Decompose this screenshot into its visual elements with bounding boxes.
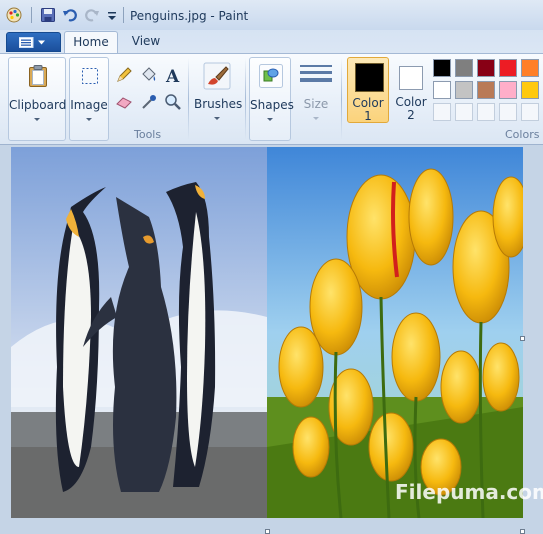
resize-handle-bottom[interactable] xyxy=(265,529,270,534)
paint-menu-button[interactable] xyxy=(6,32,61,52)
customize-quick-access-icon[interactable] xyxy=(104,7,120,23)
ribbon: Clipboard Image A Tools Brushes Shapes S… xyxy=(0,53,543,145)
palette-swatch[interactable] xyxy=(433,81,451,99)
shapes-button[interactable]: Shapes xyxy=(249,57,294,141)
size-label: Size xyxy=(303,97,329,111)
color1-number: 1 xyxy=(364,109,372,123)
separator xyxy=(123,7,124,23)
palette-swatch[interactable] xyxy=(433,103,451,121)
image-button[interactable]: Image xyxy=(69,57,109,141)
window-title: Penguins.jpg - Paint xyxy=(130,9,249,23)
palette-swatch[interactable] xyxy=(433,59,451,77)
ribbon-tabs: Home View xyxy=(0,30,543,53)
clipboard-icon xyxy=(29,65,47,87)
fill-bucket-icon[interactable] xyxy=(139,65,159,85)
tab-home[interactable]: Home xyxy=(64,31,118,53)
redo-icon[interactable] xyxy=(84,7,100,23)
watermark: Filepuma.com xyxy=(395,480,543,504)
tab-view[interactable]: View xyxy=(124,31,168,53)
palette-swatch[interactable] xyxy=(455,81,473,99)
palette-swatch[interactable] xyxy=(499,103,517,121)
group-separator xyxy=(245,58,246,140)
magnifier-icon[interactable] xyxy=(163,92,183,112)
line-size-icon xyxy=(300,65,332,82)
palette-swatch[interactable] xyxy=(455,103,473,121)
save-icon[interactable] xyxy=(40,7,56,23)
image-canvas[interactable] xyxy=(11,147,523,518)
colors-group-label: Colors xyxy=(505,128,540,141)
eraser-icon[interactable] xyxy=(114,92,134,112)
palette-swatch[interactable] xyxy=(455,59,473,77)
color1-swatch xyxy=(355,63,384,92)
clipboard-button[interactable]: Clipboard xyxy=(8,57,66,141)
shapes-icon xyxy=(259,64,283,88)
tulips-photo xyxy=(267,147,523,518)
image-dropdown-arrow xyxy=(86,118,92,121)
undo-icon[interactable] xyxy=(62,7,78,23)
group-separator xyxy=(188,58,189,140)
clipboard-label: Clipboard xyxy=(9,98,67,112)
penguins-photo xyxy=(11,147,267,518)
tools-group-label: Tools xyxy=(134,128,162,141)
group-separator xyxy=(341,58,342,140)
paint-app-icon[interactable] xyxy=(6,7,22,23)
select-icon xyxy=(82,68,98,84)
separator xyxy=(31,7,32,23)
palette-swatch[interactable] xyxy=(477,59,495,77)
brushes-label: Brushes xyxy=(194,97,243,111)
size-dropdown-arrow xyxy=(313,117,319,120)
shapes-dropdown-arrow xyxy=(267,118,273,121)
color2-button[interactable]: Color 2 xyxy=(391,57,431,123)
palette-swatch[interactable] xyxy=(477,81,495,99)
color-picker-icon[interactable] xyxy=(139,92,159,112)
color1-button[interactable]: Color 1 xyxy=(347,57,389,123)
brushes-dropdown-arrow xyxy=(214,117,220,120)
clipboard-dropdown-arrow xyxy=(34,118,40,121)
image-label: Image xyxy=(70,98,108,112)
color2-number: 2 xyxy=(407,108,415,122)
palette-swatch[interactable] xyxy=(477,103,495,121)
palette-swatch[interactable] xyxy=(521,81,539,99)
palette-swatch[interactable] xyxy=(499,59,517,77)
svg-text:A: A xyxy=(165,67,180,85)
palette-swatch[interactable] xyxy=(521,103,539,121)
pencil-icon[interactable] xyxy=(114,65,134,85)
size-button[interactable]: Size xyxy=(296,57,336,141)
palette-swatch[interactable] xyxy=(521,59,539,77)
text-icon[interactable]: A xyxy=(163,65,183,85)
resize-handle-right[interactable] xyxy=(520,336,525,341)
title-bar: Penguins.jpg - Paint xyxy=(0,0,543,30)
shapes-label: Shapes xyxy=(250,98,294,112)
picture xyxy=(11,147,523,518)
brush-icon xyxy=(203,62,231,90)
resize-handle-corner[interactable] xyxy=(520,529,525,534)
menu-icon xyxy=(19,37,45,48)
palette-swatch[interactable] xyxy=(499,81,517,99)
color2-swatch xyxy=(399,66,423,90)
brushes-button[interactable]: Brushes xyxy=(194,57,243,141)
